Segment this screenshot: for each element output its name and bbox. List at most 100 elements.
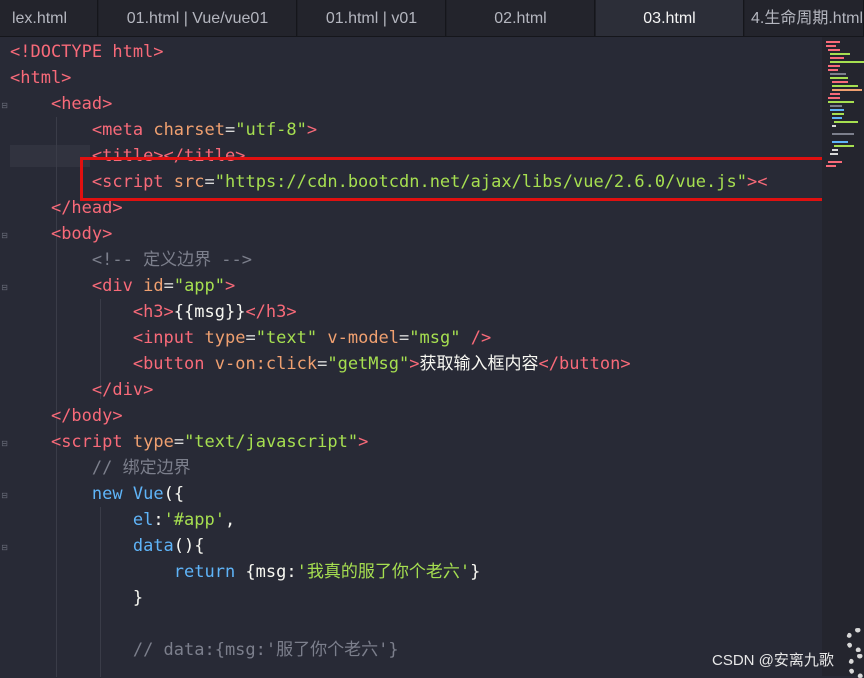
punctuation: (){ xyxy=(173,536,205,556)
attr-name: charset xyxy=(153,120,225,140)
minimap-line xyxy=(832,141,848,143)
attr-name: id xyxy=(143,276,164,296)
code-line: </div> xyxy=(10,377,767,403)
tab-01-html-v01[interactable]: 01.html | v01 xyxy=(298,0,446,36)
minimap-line xyxy=(832,81,848,83)
punctuation: } xyxy=(470,562,481,582)
minimap-line xyxy=(832,149,838,151)
code-lines: <!DOCTYPE html> <html> <head> <meta char… xyxy=(10,39,767,663)
minimap-line xyxy=(828,69,838,71)
gear-icon xyxy=(846,628,864,652)
minimap-line xyxy=(830,153,838,155)
equals: = xyxy=(399,328,410,348)
code-line: el:'#app', xyxy=(10,507,767,533)
punctuation: {msg: xyxy=(235,562,297,582)
string-value: '#app' xyxy=(163,510,225,530)
minimap-line xyxy=(832,85,858,87)
method-name: data xyxy=(132,536,174,556)
div-close-tag: </div> xyxy=(91,380,154,400)
tag-close: > xyxy=(409,354,420,374)
equals: = xyxy=(245,328,256,348)
tab-lifecycle-html[interactable]: 4.生命周期.html xyxy=(745,0,864,36)
code-editor[interactable]: ⊟ ⊟ ⊟ ⊟ ⊟ ⊟ <!DOCTYPE html> <html> <head… xyxy=(0,37,834,677)
div-tag: <div xyxy=(91,276,133,296)
button-text: 获取输入框内容 xyxy=(419,354,539,374)
minimap-line xyxy=(830,61,864,63)
body-close-tag: </body> xyxy=(50,406,123,426)
minimap-line xyxy=(830,105,842,107)
head-close-tag: </head> xyxy=(50,198,123,218)
input-tag: <input xyxy=(132,328,195,348)
minimap-line xyxy=(834,145,854,147)
tag-close: > xyxy=(225,276,236,296)
minimap-line xyxy=(832,125,836,127)
code-line: data(){ xyxy=(10,533,767,559)
minimap-line xyxy=(828,161,842,163)
highlight-annotation-box xyxy=(80,157,834,201)
class-name: Vue xyxy=(132,484,164,504)
minimap-line xyxy=(828,101,854,103)
equals: = xyxy=(163,276,174,296)
code-line: <head> xyxy=(10,91,767,117)
comment: <!-- 定义边界 --> xyxy=(91,250,253,270)
button-tag: <button xyxy=(132,354,205,374)
minimap-line xyxy=(832,117,842,119)
attr-value: "utf-8" xyxy=(235,120,307,140)
code-line: <!DOCTYPE html> xyxy=(10,39,767,65)
tag-close: > xyxy=(306,120,318,140)
minimap-line xyxy=(832,133,854,135)
attr-name: type xyxy=(132,432,174,452)
tab-index-html[interactable]: lex.html xyxy=(0,0,98,36)
code-line: new Vue({ xyxy=(10,481,767,507)
minimap-line xyxy=(830,57,844,59)
fold-toggle-icon[interactable]: ⊟ xyxy=(0,101,9,110)
code-line: <body> xyxy=(10,221,767,247)
tag-close: /> xyxy=(460,328,492,348)
tab-03-html[interactable]: 03.html xyxy=(596,0,744,36)
minimap-line xyxy=(828,49,840,51)
code-line: // 绑定边界 xyxy=(10,455,767,481)
minimap-line xyxy=(832,113,844,115)
code-line: <html> xyxy=(10,65,767,91)
html-tag: <html> xyxy=(10,68,72,88)
button-close-tag: </button> xyxy=(538,354,631,374)
punctuation: : xyxy=(153,510,164,530)
attr-name: type xyxy=(204,328,246,348)
minimap-line xyxy=(826,41,840,43)
fold-toggle-icon[interactable]: ⊟ xyxy=(0,439,9,448)
minimap-line xyxy=(828,97,840,99)
attr-value: "text/javascript" xyxy=(184,432,359,452)
fold-toggle-icon[interactable]: ⊟ xyxy=(0,543,9,552)
tab-02-html[interactable]: 02.html xyxy=(447,0,595,36)
fold-toggle-icon[interactable]: ⊟ xyxy=(0,231,9,240)
tab-01-html-vue01[interactable]: 01.html | Vue/vue01 xyxy=(99,0,297,36)
minimap-line xyxy=(830,109,844,111)
fold-toggle-icon[interactable]: ⊟ xyxy=(0,283,9,292)
punctuation: } xyxy=(132,588,144,608)
script-tag: <script xyxy=(50,432,123,452)
code-line: } xyxy=(10,585,767,611)
tab-label: 4.生命周期.html xyxy=(751,10,864,27)
minimap-line xyxy=(830,93,840,95)
code-line: </body> xyxy=(10,403,767,429)
minimap-line xyxy=(826,45,836,47)
equals: = xyxy=(317,354,328,374)
minimap[interactable] xyxy=(822,37,864,676)
punctuation: , xyxy=(224,510,236,530)
tab-label: 01.html | Vue/vue01 xyxy=(126,10,269,27)
keyword: return xyxy=(173,562,236,582)
meta-tag: <meta xyxy=(91,120,144,140)
tab-bar: lex.html 01.html | Vue/vue01 01.html | v… xyxy=(0,0,864,37)
code-line: <input type="text" v-model="msg" /> xyxy=(10,325,767,351)
attr-value: "msg" xyxy=(409,328,461,348)
property-name: el xyxy=(132,510,154,530)
minimap-line xyxy=(834,121,858,123)
attr-name: v-model xyxy=(327,328,400,348)
tag-close: > xyxy=(358,432,369,452)
fold-toggle-icon[interactable]: ⊟ xyxy=(0,491,9,500)
attr-value: "app" xyxy=(173,276,226,296)
keyword: new xyxy=(91,484,123,504)
tab-label: 01.html | v01 xyxy=(325,10,418,27)
code-line: <div id="app"> xyxy=(10,273,767,299)
